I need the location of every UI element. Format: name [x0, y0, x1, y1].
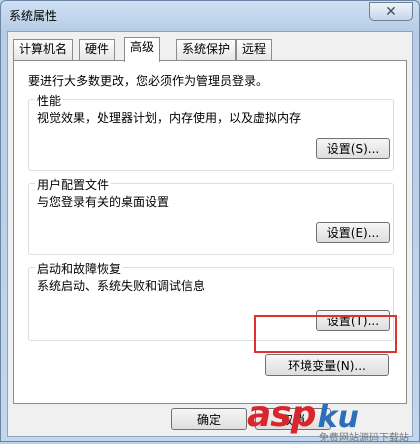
user-profiles-group-title: 用户配置文件 [35, 176, 112, 193]
tab-computer-name[interactable]: 计算机名 [13, 39, 74, 60]
tab-system-protection[interactable]: 系统保护 [176, 39, 237, 60]
performance-group: 性能 视觉效果，处理器计划，内存使用，以及虚拟内存 设置(S)... [28, 92, 394, 171]
ok-button[interactable]: 确定 [171, 408, 247, 430]
performance-settings-button[interactable]: 设置(S)... [316, 138, 390, 159]
admin-note: 要进行大多数更改，您必须作为管理员登录。 [28, 74, 269, 88]
window-title: 系统属性 [9, 9, 58, 23]
tab-remote[interactable]: 远程 [236, 39, 273, 60]
watermark-logo: asp [247, 394, 316, 435]
tab-hardware[interactable]: 硬件 [79, 39, 116, 60]
environment-variables-highlight [254, 315, 397, 353]
tab-advanced[interactable]: 高级 [124, 37, 161, 62]
performance-group-title: 性能 [35, 92, 64, 109]
close-button[interactable]: ✕ [369, 2, 413, 21]
close-icon: ✕ [385, 3, 397, 20]
performance-description: 视觉效果，处理器计划，内存使用，以及虚拟内存 [37, 111, 302, 125]
title-bar[interactable]: 系统属性 ✕ [1, 1, 419, 31]
startup-recovery-description: 系统启动、系统失败和调试信息 [37, 279, 206, 293]
system-properties-window: 系统属性 ✕ 计算机名 硬件 高级 系统保护 远程 要进行大多数更改，您必须作为… [0, 0, 420, 444]
dialog-client-area: 计算机名 硬件 高级 系统保护 远程 要进行大多数更改，您必须作为管理员登录。 … [7, 31, 413, 437]
startup-recovery-group-title: 启动和故障恢复 [35, 260, 124, 277]
user-profiles-description: 与您登录有关的桌面设置 [37, 195, 170, 209]
environment-variables-button[interactable]: 环境变量(N)... [265, 354, 389, 376]
user-profiles-group: 用户配置文件 与您登录有关的桌面设置 设置(E)... [28, 176, 394, 255]
user-profiles-settings-button[interactable]: 设置(E)... [316, 222, 390, 243]
site-watermark: asp ku 免费网站源码下载站 [247, 394, 409, 444]
